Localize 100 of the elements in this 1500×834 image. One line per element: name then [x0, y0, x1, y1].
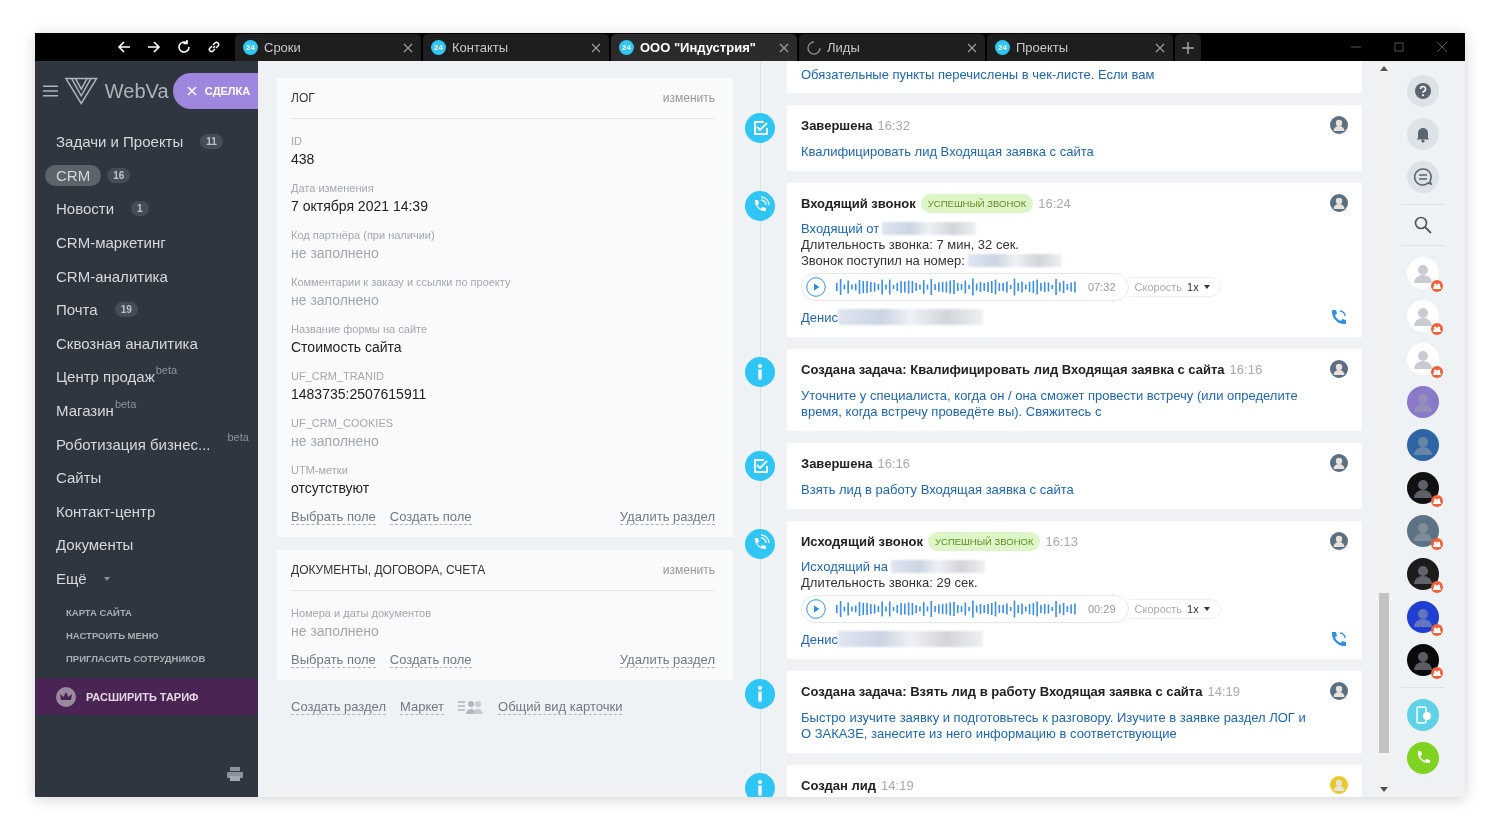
menu-item[interactable]: CRM-аналитика: [45, 265, 179, 287]
field-label: Дата изменения: [291, 181, 375, 194]
tab-favicon: 24: [619, 40, 634, 55]
printer-icon[interactable]: [227, 767, 243, 781]
info-icon: [745, 773, 775, 797]
event-time: 14:19: [881, 777, 914, 793]
bell-icon[interactable]: [1406, 118, 1439, 150]
logo-text: WebVa: [104, 79, 167, 103]
chat-avatar[interactable]: [1406, 558, 1439, 590]
phone-icon[interactable]: [1330, 308, 1348, 326]
field-value: не заполнено: [291, 622, 380, 639]
tab-label: Сроки: [264, 40, 302, 55]
browser-tab[interactable]: 24 ООО "Индустрия": [611, 34, 797, 61]
scroll-down-icon[interactable]: [1380, 787, 1388, 792]
browser-tab[interactable]: Лиды: [799, 34, 985, 61]
scroll-up-icon[interactable]: [1380, 66, 1388, 71]
task-description: Быстро изучите заявку и подготовьтесь к разговору. Изучите в заявке раздел ЛОГ и О ЗАКАЗЕ, занесите из него информацию в соответствующие: [801, 710, 1307, 742]
close-icon[interactable]: [1155, 42, 1165, 53]
menu-icon[interactable]: [43, 85, 59, 97]
close-icon[interactable]: [403, 42, 413, 53]
action-link[interactable]: Создать поле: [389, 652, 472, 668]
menu-item[interactable]: Новости: [45, 198, 126, 220]
field-label: ID: [291, 134, 303, 147]
checkbox-icon: [745, 451, 775, 481]
field-label: UF_CRM_COOKIES: [291, 416, 395, 429]
menu-item[interactable]: Роботизация бизнес...: [45, 433, 222, 455]
field-label: Комментарии к заказу и ссылки по проекту: [291, 275, 512, 288]
help-icon[interactable]: [1406, 75, 1439, 107]
upgrade-button[interactable]: РАСШИРИТЬ ТАРИФ: [35, 678, 258, 716]
waveform[interactable]: [836, 599, 1078, 619]
tab-label: Проекты: [1016, 40, 1070, 55]
menu-item[interactable]: Сайты: [45, 467, 113, 489]
chat-icon[interactable]: [1406, 161, 1439, 193]
sidebar-link[interactable]: КАРТА САЙТА: [66, 607, 258, 619]
close-icon[interactable]: [591, 42, 601, 53]
new-tab-button[interactable]: [1175, 34, 1201, 61]
sidebar-link[interactable]: НАСТРОИТЬ МЕНЮ: [66, 630, 258, 642]
section-title: ЛОГ: [291, 91, 315, 105]
browser-tab[interactable]: 24 Контакты: [423, 34, 609, 61]
field-label: UTM-метки: [291, 463, 349, 476]
logo-icon: [64, 76, 99, 106]
menu-item[interactable]: Документы: [45, 534, 145, 556]
link-icon[interactable]: [207, 40, 221, 54]
task-link[interactable]: Квалифицировать лид Входящая заявка с сайта: [801, 144, 1348, 160]
info-icon: [745, 357, 775, 387]
action-link[interactable]: Выбрать поле: [291, 509, 376, 525]
chat-avatar[interactable]: [1406, 644, 1439, 676]
browser-tab[interactable]: 24 Сроки: [235, 34, 421, 61]
call-detail: Звонок поступил на номер:: [801, 252, 965, 268]
event-time: 16:16: [877, 455, 911, 471]
delete-section-link[interactable]: Удалить раздел: [619, 652, 715, 668]
action-link[interactable]: Создать поле: [389, 509, 472, 525]
beta-label: beta: [114, 397, 137, 410]
phone-link[interactable]: Исходящий на: [801, 558, 888, 574]
waveform[interactable]: [836, 277, 1078, 297]
audio-duration: 07:32: [1088, 281, 1116, 293]
phone-icon: [745, 191, 775, 221]
menu-item[interactable]: Задачи и Проекты: [45, 131, 195, 153]
menu-item[interactable]: CRM: [45, 164, 102, 186]
task-link[interactable]: Взять лид в работу Входящая заявка с сайта: [801, 482, 1348, 498]
task-description: Уточните у специалиста, когда он / она сможет провести встречу (или определите время, когда встречу проведёте вы). Свяжитесь с: [801, 388, 1299, 420]
beta-label: beta: [155, 364, 178, 377]
delete-section-link[interactable]: Удалить раздел: [619, 509, 715, 525]
phone-icon[interactable]: [1330, 630, 1348, 648]
person-link[interactable]: Денис: [801, 631, 838, 647]
chat-avatar[interactable]: [1406, 601, 1439, 633]
menu-item[interactable]: Ещё: [45, 568, 98, 589]
sidebar-link[interactable]: ПРИГЛАСИТЬ СОТРУДНИКОВ: [66, 653, 258, 665]
audio-duration: 00:29: [1088, 603, 1116, 615]
back-icon[interactable]: [117, 40, 131, 54]
play-icon[interactable]: [806, 599, 826, 619]
chat-avatar[interactable]: [1406, 472, 1439, 504]
search-icon[interactable]: [1413, 216, 1432, 234]
beta-label: beta: [227, 431, 249, 444]
event-time: 16:24: [1038, 195, 1071, 211]
close-icon[interactable]: [967, 42, 977, 53]
menu-item[interactable]: CRM-маркетинг: [45, 232, 177, 254]
menu-item[interactable]: Сквозная аналитика: [45, 332, 209, 354]
menu-item[interactable]: Контакт-центр: [45, 500, 167, 522]
caret-icon: [1203, 607, 1210, 611]
action-link[interactable]: Выбрать поле: [291, 652, 376, 668]
event-title: Создана задача: Взять лид в работу Входящая заявка с сайта: [801, 683, 1203, 699]
status-badge: УСПЕШНЫЙ ЗВОНОК: [928, 531, 1041, 551]
close-icon[interactable]: [1437, 42, 1447, 52]
browser-tab[interactable]: 24 Проекты: [987, 34, 1173, 61]
scrollbar-thumb[interactable]: [1379, 593, 1389, 753]
person-link[interactable]: Денис: [801, 309, 838, 325]
caret-icon: [1203, 285, 1210, 289]
footer-link[interactable]: Создать раздел: [291, 699, 386, 715]
footer-link[interactable]: Маркет: [400, 699, 444, 715]
play-icon[interactable]: [806, 277, 826, 297]
close-icon[interactable]: [779, 42, 789, 53]
forward-icon[interactable]: [147, 40, 161, 54]
phone-link[interactable]: Входящий от: [801, 220, 880, 236]
tab-label: ООО "Индустрия": [640, 40, 757, 55]
reload-icon[interactable]: [177, 40, 191, 54]
field-value: отсутствуют: [291, 479, 371, 496]
menu-item[interactable]: Почта: [45, 299, 109, 321]
field-label: UF_CRM_TRANID: [291, 369, 385, 382]
footer-link[interactable]: Общий вид карточки: [498, 699, 623, 715]
